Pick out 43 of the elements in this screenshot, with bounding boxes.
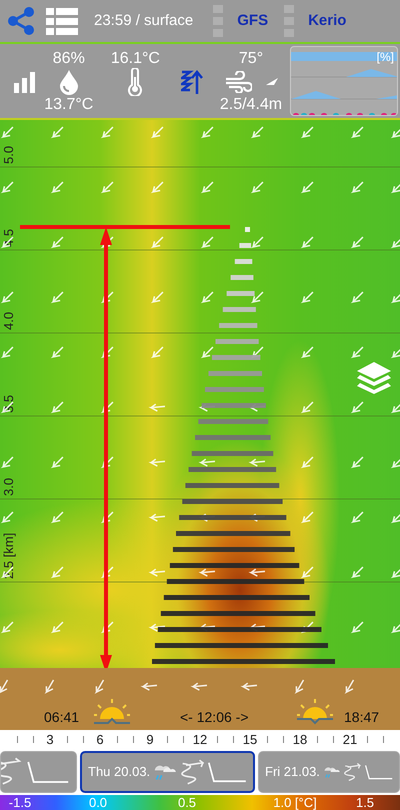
hour-label: 21: [342, 732, 358, 747]
hour-label: 9: [146, 732, 154, 747]
altitude-label: 3.5: [1, 394, 16, 413]
humidity-text: 86%: [52, 50, 85, 68]
share-button[interactable]: [6, 6, 36, 36]
signal-icon: [14, 70, 36, 93]
wind-icon: [224, 70, 252, 93]
list-menu-button[interactable]: [46, 6, 78, 35]
time-level-text: 23:59 / surface: [94, 12, 194, 30]
hour-label: 18: [292, 732, 308, 747]
hour-label: 3: [46, 732, 54, 747]
wind-direction-text: 75°: [238, 50, 264, 68]
scale-label: 1.5: [356, 795, 374, 810]
altitude-label: 4.5: [1, 228, 16, 247]
altitude-label: 4.0: [1, 312, 16, 330]
hour-label: 6: [96, 732, 104, 747]
scale-label: 0.0: [88, 795, 108, 810]
wind-speed-text: 2.5/4.4m: [220, 96, 282, 114]
scale-label: 1.0 [°C]: [273, 795, 317, 810]
day-tab[interactable]: Fri 21.03.: [258, 750, 400, 793]
temperature-text: 16.1°C: [110, 50, 160, 68]
day-length-text: <- 12:06 ->: [180, 708, 248, 725]
model-button[interactable]: GFS: [213, 4, 268, 37]
altitude-label: 5.0: [1, 146, 16, 164]
scale-label: 0.5: [178, 795, 196, 810]
thermal-icon: [181, 68, 204, 95]
thermometer-icon: [127, 68, 144, 96]
day-tab[interactable]: [0, 750, 77, 793]
unit-label: [%]: [376, 50, 394, 64]
sunset-time: 18:47: [344, 708, 380, 725]
hour-label: 12: [192, 732, 208, 747]
day-tab[interactable]: Thu 20.03.: [80, 750, 255, 793]
sunset-icon: [295, 696, 335, 727]
direction-arrow-icon: [266, 78, 278, 86]
sunrise-icon: [92, 696, 132, 727]
dew-point-text: 13.7°C: [44, 96, 94, 114]
sunrise-time: 06:41: [44, 708, 80, 725]
altitude-label: 3.0: [1, 478, 16, 496]
hour-label: 15: [242, 732, 258, 747]
drop-icon: [58, 68, 79, 95]
model-button[interactable]: Kerio: [284, 4, 346, 37]
altitude-label: 2.5 [km]: [1, 532, 16, 579]
scale-label: -1.5: [8, 795, 32, 810]
